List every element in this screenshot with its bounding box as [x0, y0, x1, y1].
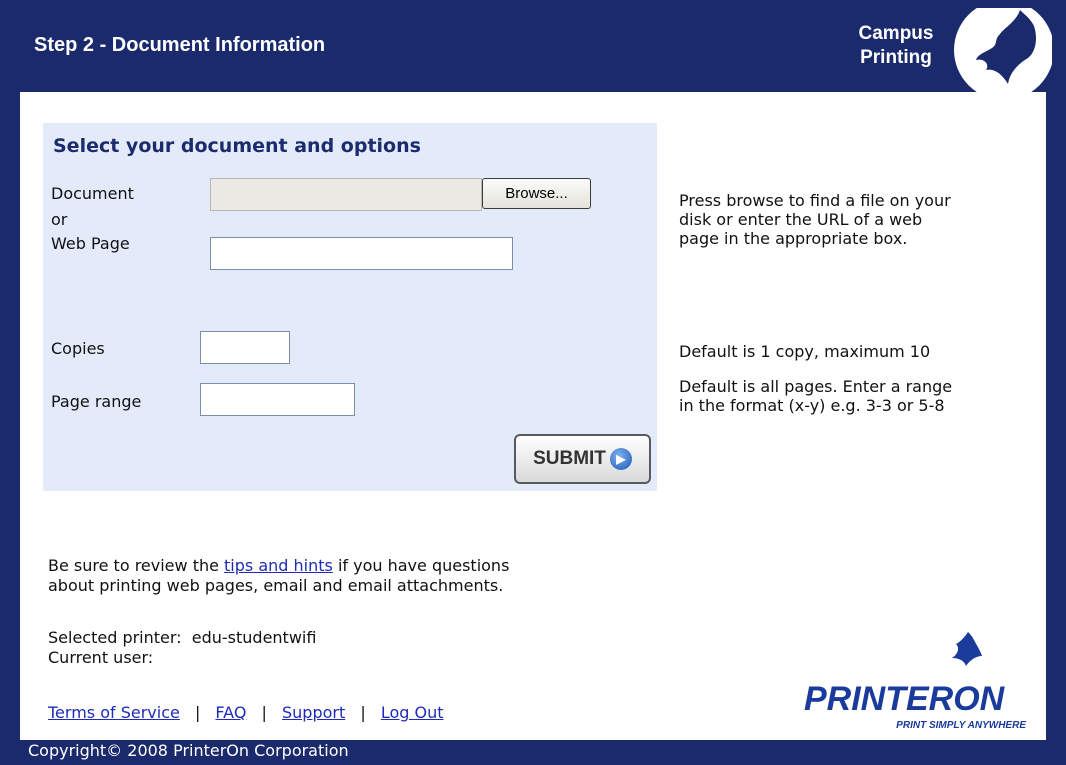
page-header: Step 2 - Document Information Campus Pri…: [0, 0, 1066, 92]
footer-links: Terms of Service | FAQ | Support | Log O…: [48, 703, 444, 722]
webpage-url-field[interactable]: [210, 237, 513, 270]
brand-line-2: Printing: [860, 47, 932, 68]
arrow-right-icon: ▶: [609, 448, 632, 470]
form-heading: Select your document and options: [53, 135, 421, 157]
document-help-line-2: disk or enter the URL of a web: [679, 210, 923, 229]
webpage-label: Web Page: [51, 234, 130, 253]
document-help: Press browse to find a file on your disk…: [679, 191, 951, 248]
current-user-row: Current user:: [48, 648, 316, 668]
support-link[interactable]: Support: [282, 703, 345, 722]
document-label: Document: [51, 184, 134, 203]
copies-help: Default is 1 copy, maximum 10: [679, 342, 931, 361]
bird-logo-icon: [954, 8, 1052, 92]
campus-printing-brand: Campus Printing: [848, 22, 944, 70]
footer-separator: |: [360, 703, 366, 722]
or-label: or: [51, 210, 68, 229]
submit-button[interactable]: SUBMIT ▶: [514, 434, 651, 484]
document-help-line-1: Press browse to find a file on your: [679, 191, 951, 210]
tips-and-hints-link[interactable]: tips and hints: [224, 556, 333, 575]
log-out-link[interactable]: Log Out: [381, 703, 444, 722]
range-help-line-1: Default is all pages. Enter a range: [679, 377, 953, 396]
tips-line-2: about printing web pages, email and emai…: [48, 576, 504, 595]
copies-label: Copies: [51, 339, 105, 358]
page-title: Step 2 - Document Information: [34, 34, 326, 56]
document-file-field[interactable]: [210, 178, 482, 211]
document-options-panel: Select your document and options Documen…: [43, 123, 657, 491]
browse-button[interactable]: Browse...: [482, 178, 591, 209]
terms-of-service-link[interactable]: Terms of Service: [48, 703, 180, 722]
footer-separator: |: [261, 703, 267, 722]
selected-printer-label: Selected printer:: [48, 628, 182, 647]
copies-field[interactable]: [200, 331, 290, 364]
faq-link[interactable]: FAQ: [215, 703, 246, 722]
range-help-line-2: in the format (x-y) e.g. 3-3 or 5-8: [679, 396, 945, 415]
selected-printer-value: edu-studentwifi: [191, 628, 317, 647]
printeron-logo: PRINTERON PRINT SIMPLY ANYWHERE: [804, 632, 1026, 731]
printer-user-info: Selected printer: edu-studentwifi Curren…: [48, 628, 316, 668]
brand-line-1: Campus: [858, 23, 934, 44]
page-range-field[interactable]: [200, 383, 355, 416]
tips-prefix: Be sure to review the: [48, 556, 225, 575]
document-help-line-3: page in the appropriate box.: [679, 229, 908, 248]
printeron-tagline: PRINT SIMPLY ANYWHERE: [896, 720, 1026, 731]
tips-suffix: if you have questions: [332, 556, 510, 575]
selected-printer-row: Selected printer: edu-studentwifi: [48, 628, 316, 648]
tips-paragraph: Be sure to review the tips and hints if …: [48, 556, 509, 596]
footer-separator: |: [194, 703, 201, 722]
printeron-wordmark: PRINTERON: [804, 680, 1006, 718]
submit-label: SUBMIT: [533, 448, 606, 469]
copyright-text: Copyright© 2008 PrinterOn Corporation: [28, 741, 349, 760]
current-user-label: Current user:: [48, 648, 154, 667]
page-range-label: Page range: [51, 392, 142, 411]
main-content: Select your document and options Documen…: [20, 92, 1046, 740]
tips-line-1: Be sure to review the tips and hints if …: [48, 556, 509, 576]
range-help: Default is all pages. Enter a range in t…: [679, 377, 952, 415]
